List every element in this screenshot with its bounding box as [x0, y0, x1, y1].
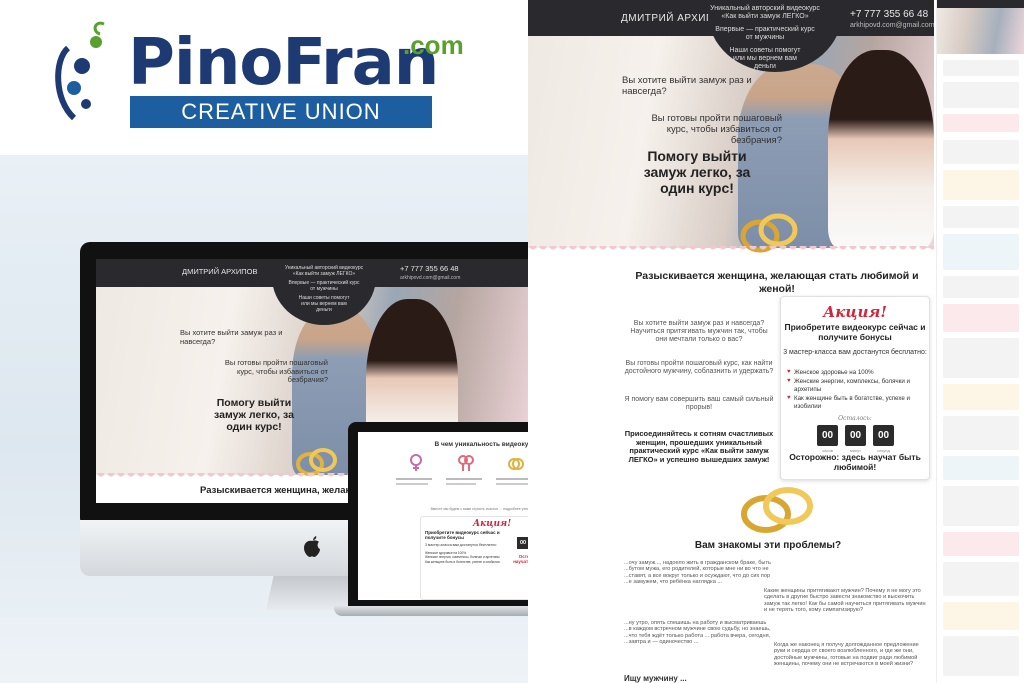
promo-bonus-list: Женское здоровье на 100% Женские энергии…: [787, 369, 927, 412]
counter-minutes: 00: [845, 425, 866, 446]
site-body-p2: Вы готовы пройти пошаговый курс, как най…: [624, 360, 774, 376]
site-section-title: Разыскивается женщина, желающая стать лю…: [635, 270, 919, 296]
site-mid-rings-icon: [741, 487, 813, 533]
problem-b: Какие женщины притягивают мужчин? Почему…: [764, 588, 926, 614]
imac-email[interactable]: arkhipovd.com@gmail.com: [400, 275, 460, 281]
site-lace-divider: [528, 246, 934, 254]
long-page-thumbnail: [936, 0, 1024, 683]
site-hero-headline: Помогу выйти замуж легко, за один курс!: [643, 148, 751, 197]
imac-hero-q2: Вы готовы пройти пошаговый курс, чтобы и…: [224, 358, 328, 385]
problems-title: Вам знакомы эти проблемы?: [694, 540, 842, 551]
logo-tagline: CREATIVE UNION: [130, 96, 432, 128]
thumb-block: [943, 384, 1019, 410]
site-body-p4: Присоединяйтесь к сотням счастливых женщ…: [624, 429, 774, 464]
thumb-block: [943, 532, 1019, 556]
thumb-block: [943, 140, 1019, 164]
thumb-block: [943, 486, 1019, 526]
thumb-block: [943, 456, 1019, 480]
feature-couple-icon: [458, 455, 474, 471]
laptop-promo-subtitle: Приобретите видеокурс сейчас и получите …: [425, 530, 500, 540]
site-bottom-cut: Ищу мужчину ...: [624, 674, 687, 683]
thumb-block: [943, 276, 1019, 298]
problem-a: ...очу замуж..., надоело жить в гражданс…: [624, 560, 771, 586]
promo-subtitle: Приобретите видеокурс сейчас и получите …: [784, 322, 926, 342]
feature-rings-icon: [508, 458, 524, 470]
site-email[interactable]: arkhipovd.com@gmail.com: [850, 22, 934, 29]
site-body-p1: Вы хотите выйти замуж раз и навсегда? На…: [630, 320, 768, 344]
logo-mark-icon: [55, 21, 105, 121]
promo-line: 3 мастер-класса вам достанутся бесплатно…: [783, 349, 927, 356]
thumb-block: [943, 206, 1019, 228]
thumb-block: [943, 338, 1019, 378]
thumb-block: [943, 170, 1019, 200]
feature-female-icon: [410, 454, 422, 471]
promo-card: Акция! Приобретите видеокурс сейчас и по…: [780, 296, 930, 480]
site-phone[interactable]: +7 777 355 66 48: [850, 9, 928, 20]
laptop-promo-line: 3 мастер-класса вам достанутся бесплатно…: [425, 543, 497, 547]
promo-warning: Осторожно: здесь научат быть любимой!: [789, 452, 921, 472]
imac-hero-q1: Вы хотите выйти замуж раз и навсегда?: [180, 328, 283, 346]
site-body-p3: Я помогу вам совершить ваш самый сильный…: [624, 396, 774, 412]
apple-logo-icon: [304, 536, 320, 557]
promo-bonus-item: Как женщине быть в богатстве, успехе и и…: [787, 395, 927, 411]
counter-hours: 00: [817, 425, 838, 446]
counter-seconds: 00: [873, 425, 894, 446]
laptop-promo-items: Женское здоровье на 100% Женские энергии…: [425, 551, 500, 564]
site-hero-q2: Вы готовы пройти пошаговый курс, чтобы и…: [651, 113, 782, 146]
site-bride: [828, 50, 934, 248]
thumb-block: [943, 114, 1019, 132]
thumb-block: [943, 234, 1019, 270]
problem-c: ...ну утро, опять спешишь на работу и вы…: [624, 620, 771, 646]
promo-bonus-item: Женское здоровье на 100%: [787, 369, 927, 377]
thumb-header: [937, 0, 1024, 8]
thumb-block: [943, 60, 1019, 76]
thumb-block: [943, 416, 1019, 450]
promo-bonus-item: Женские энергии, комплексы, болячки и ар…: [787, 378, 927, 394]
thumb-block: [943, 304, 1019, 332]
imac-author: ДМИТРИЙ АРХИПОВ: [182, 267, 258, 276]
thumb-block: [943, 562, 1019, 596]
thumb-block: [943, 82, 1019, 108]
imac-phone[interactable]: +7 777 355 66 48: [400, 264, 459, 273]
imac-circle-text: Уникальный авторский видеокурс «Как выйт…: [284, 265, 364, 313]
site-circle-text: Уникальный авторский видеокурс «Как выйт…: [710, 5, 820, 71]
pinofran-logo: PinoFran .com CREATIVE UNION: [48, 8, 478, 144]
logo-com: .com: [403, 30, 464, 60]
promo-left-label: Осталось:: [838, 415, 872, 422]
logo-word: PinoFran: [128, 26, 439, 100]
thumb-block: [943, 602, 1019, 630]
landing-page-preview: ДМИТРИЙ АРХИПОВ +7 777 355 66 48 arkhipo…: [528, 0, 934, 683]
thumb-hero: [937, 8, 1024, 54]
problem-d: Когда же наконец я получу долгожданное п…: [774, 642, 919, 668]
imac-hero-headline: Помогу выйти замуж легко, за один курс!: [214, 397, 294, 434]
promo-title: Акция!: [823, 303, 887, 321]
site-hero-q1: Вы хотите выйти замуж раз и навсегда?: [622, 75, 752, 97]
thumb-block: [943, 636, 1019, 676]
